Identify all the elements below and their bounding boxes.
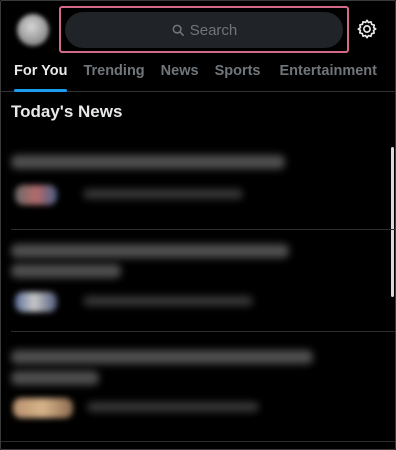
- news-headline-blurred: [11, 155, 285, 169]
- scrollbar[interactable]: [390, 91, 395, 449]
- gear-icon[interactable]: [356, 18, 378, 40]
- news-meta-blurred: [83, 189, 243, 199]
- search-input[interactable]: Search: [65, 12, 343, 48]
- section-title: Today's News: [11, 102, 123, 121]
- news-headline-blurred: [11, 350, 313, 364]
- news-headline-blurred: [11, 244, 289, 258]
- app-window: Search For You Trending News Sports Ente…: [0, 0, 396, 450]
- news-meta-blurred: [87, 402, 259, 412]
- tab-entertainment[interactable]: Entertainment: [279, 59, 377, 91]
- news-thumbnail-blurred: [13, 398, 73, 418]
- news-meta-blurred: [83, 296, 253, 306]
- scrollbar-thumb[interactable]: [391, 147, 394, 297]
- tab-news[interactable]: News: [161, 59, 199, 91]
- top-bar: Search: [1, 1, 395, 59]
- news-thumbnail-blurred: [15, 185, 57, 205]
- divider: [1, 441, 395, 442]
- news-card[interactable]: [1, 230, 389, 331]
- search-icon: [172, 24, 184, 37]
- avatar[interactable]: [17, 14, 49, 46]
- tab-for-you[interactable]: For You: [14, 59, 68, 92]
- news-thumbnail-blurred: [15, 292, 57, 312]
- tab-trending[interactable]: Trending: [83, 59, 144, 91]
- news-card[interactable]: [1, 141, 389, 229]
- news-card[interactable]: [1, 332, 389, 442]
- search-placeholder: Search: [189, 21, 238, 39]
- news-headline-blurred: [11, 371, 99, 385]
- tab-sports[interactable]: Sports: [215, 59, 261, 91]
- news-headline-blurred: [11, 264, 121, 278]
- explore-tabs: For You Trending News Sports Entertainme…: [1, 59, 395, 92]
